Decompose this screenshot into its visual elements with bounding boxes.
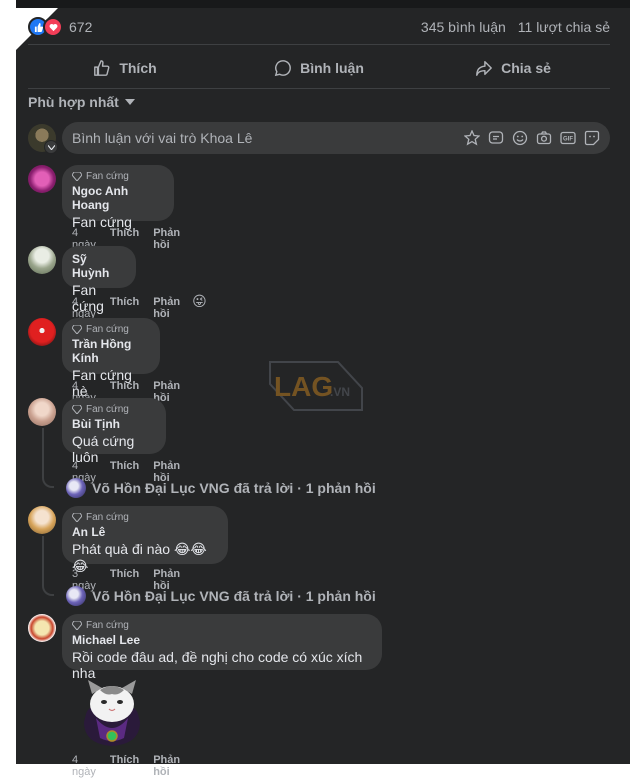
page-avatar xyxy=(66,586,86,606)
commenter-name[interactable]: Michael Lee xyxy=(72,633,372,647)
commenter-avatar[interactable] xyxy=(28,318,56,346)
cat-sticker-image[interactable] xyxy=(78,678,146,748)
divider xyxy=(28,88,610,89)
comment-meta: 4 ngày Thích Phản hồi xyxy=(72,754,180,778)
like-button[interactable]: Thích xyxy=(28,49,222,87)
fan-badge-label: Fan cứng xyxy=(86,404,129,415)
comment-item: Fan cứng Michael Lee Rồi code đâu ad, đề… xyxy=(28,614,382,778)
comment-bubble: Fan cứng Trần Hồng Kính Fan cứng nè xyxy=(62,318,160,399)
caret-down-icon xyxy=(124,99,135,105)
emoji-icon[interactable] xyxy=(512,130,528,146)
fan-badge[interactable]: Fan cứng xyxy=(72,171,164,182)
fan-badge-label: Fan cứng xyxy=(86,620,129,631)
commenter-name[interactable]: Ngoc Anh Hoang xyxy=(72,184,164,212)
comment-input[interactable]: Bình luận với vai trò Khoa Lê GIF xyxy=(62,122,610,154)
commenter-name[interactable]: Trần Hồng Kính xyxy=(72,337,150,365)
fan-badge[interactable]: Fan cứng xyxy=(72,324,150,335)
thread-line xyxy=(42,428,54,488)
comment-input-placeholder: Bình luận với vai trò Khoa Lê xyxy=(72,130,253,146)
comment-time[interactable]: 4 ngày xyxy=(72,754,96,778)
page-avatar xyxy=(66,478,86,498)
share-icon xyxy=(476,60,493,76)
comment-time[interactable]: 4 ngày xyxy=(72,296,96,320)
like-label: Thích xyxy=(119,60,157,76)
diamond-icon xyxy=(72,405,82,414)
sort-label: Phù hợp nhất xyxy=(28,94,119,110)
comment-meta: 4 ngày Thích Phản hồi 😜 xyxy=(72,293,207,320)
share-label: Chia sẻ xyxy=(501,60,551,76)
commenter-name[interactable]: Sỹ Huỳnh xyxy=(72,252,126,280)
fan-badge-label: Fan cứng xyxy=(86,324,129,335)
fan-badge[interactable]: Fan cứng xyxy=(72,512,218,523)
share-count[interactable]: 11 lượt chia sẻ xyxy=(518,19,610,35)
view-replies-link[interactable]: Võ Hồn Đại Lục VNG đã trả lời · 1 phản h… xyxy=(66,478,376,498)
gif-icon[interactable]: GIF xyxy=(560,130,576,146)
fan-badge[interactable]: Fan cứng xyxy=(72,620,372,631)
diamond-icon xyxy=(72,621,82,630)
comment-sticker-icon[interactable] xyxy=(488,130,504,146)
view-replies-link[interactable]: Võ Hồn Đại Lục VNG đã trả lời · 1 phản h… xyxy=(66,586,376,606)
chevron-down-icon[interactable] xyxy=(44,140,58,154)
comment-reply-button[interactable]: Phản hồi xyxy=(153,296,180,320)
post-stats: 672 345 bình luận 11 lượt chia sẻ xyxy=(28,16,610,38)
love-reaction-icon[interactable] xyxy=(43,17,63,37)
diamond-icon xyxy=(72,513,82,522)
watermark-suffix: .VN xyxy=(330,385,350,399)
comment-item: Fan cứng An Lê Phát quà đi nào 😂😂😂 3 ngà… xyxy=(28,506,228,592)
commenter-avatar[interactable] xyxy=(28,614,56,642)
commenter-avatar[interactable] xyxy=(28,506,56,534)
svg-text:GIF: GIF xyxy=(563,137,573,143)
comment-item: Fan cứng Bùi Tịnh Quá cứng luôn 4 ngày T… xyxy=(28,398,180,484)
camera-icon[interactable] xyxy=(536,130,552,146)
reply-summary: Võ Hồn Đại Lục VNG đã trả lời · 1 phản h… xyxy=(92,588,376,604)
comment-reply-button[interactable]: Phản hồi xyxy=(153,754,180,778)
avatar-sticker-icon[interactable] xyxy=(464,130,480,146)
comment-bubble: Sỹ Huỳnh Fan cứng xyxy=(62,246,136,314)
comment-bubble: Fan cứng Ngoc Anh Hoang Fan cứng xyxy=(62,165,174,230)
fan-badge-label: Fan cứng xyxy=(86,171,129,182)
reaction-count[interactable]: 672 xyxy=(69,19,92,35)
commenter-avatar[interactable] xyxy=(28,246,56,274)
post-actions: Thích Bình luận Chia sẻ xyxy=(28,49,610,87)
comment-count[interactable]: 345 bình luận xyxy=(421,19,506,35)
commenter-name[interactable]: Bùi Tịnh xyxy=(72,417,156,431)
comment-composer: Bình luận với vai trò Khoa Lê GIF xyxy=(28,122,610,154)
fan-badge-label: Fan cứng xyxy=(86,512,129,523)
diamond-icon xyxy=(72,172,82,181)
commenter-avatar[interactable] xyxy=(28,165,56,193)
thread-line xyxy=(42,536,54,596)
share-button[interactable]: Chia sẻ xyxy=(416,49,610,87)
lag-vn-watermark: LAG .VN xyxy=(269,361,363,411)
comment-bubble: Fan cứng Bùi Tịnh Quá cứng luôn xyxy=(62,398,166,465)
sort-dropdown[interactable]: Phù hợp nhất xyxy=(28,94,135,110)
commenter-name[interactable]: An Lê xyxy=(72,525,218,539)
diamond-icon xyxy=(72,325,82,334)
divider xyxy=(28,44,610,45)
comment-icon xyxy=(274,60,291,77)
comment-like-button[interactable]: Thích xyxy=(110,754,139,778)
comment-like-button[interactable]: Thích xyxy=(110,296,139,320)
comment-button[interactable]: Bình luận xyxy=(222,49,416,87)
comment-item: Fan cứng Ngoc Anh Hoang Fan cứng 4 ngày … xyxy=(28,165,180,251)
comment-bubble: Fan cứng An Lê Phát quà đi nào 😂😂😂 xyxy=(62,506,228,574)
comment-item: Sỹ Huỳnh Fan cứng 4 ngày Thích Phản hồi … xyxy=(28,246,207,320)
comment-reaction-emoji[interactable]: 😜 xyxy=(192,293,207,320)
comment-label: Bình luận xyxy=(300,60,364,76)
fan-badge[interactable]: Fan cứng xyxy=(72,404,156,415)
sticker-icon[interactable] xyxy=(584,130,600,146)
comment-bubble: Fan cứng Michael Lee Rồi code đâu ad, đề… xyxy=(62,614,382,681)
reply-summary: Võ Hồn Đại Lục VNG đã trả lời · 1 phản h… xyxy=(92,480,376,496)
comment-reply-button[interactable]: Phản hồi xyxy=(153,227,180,251)
comment-item: Fan cứng Trần Hồng Kính Fan cứng nè 4 ng… xyxy=(28,318,180,404)
user-avatar[interactable] xyxy=(28,124,58,154)
thumbs-up-icon xyxy=(94,60,110,76)
comment-text: Rồi code đâu ad, đề nghị cho code có xúc… xyxy=(72,649,363,681)
commenter-avatar[interactable] xyxy=(28,398,56,426)
comments-panel: 672 345 bình luận 11 lượt chia sẻ Thích … xyxy=(16,0,630,778)
watermark-brand: LAG xyxy=(274,371,333,402)
